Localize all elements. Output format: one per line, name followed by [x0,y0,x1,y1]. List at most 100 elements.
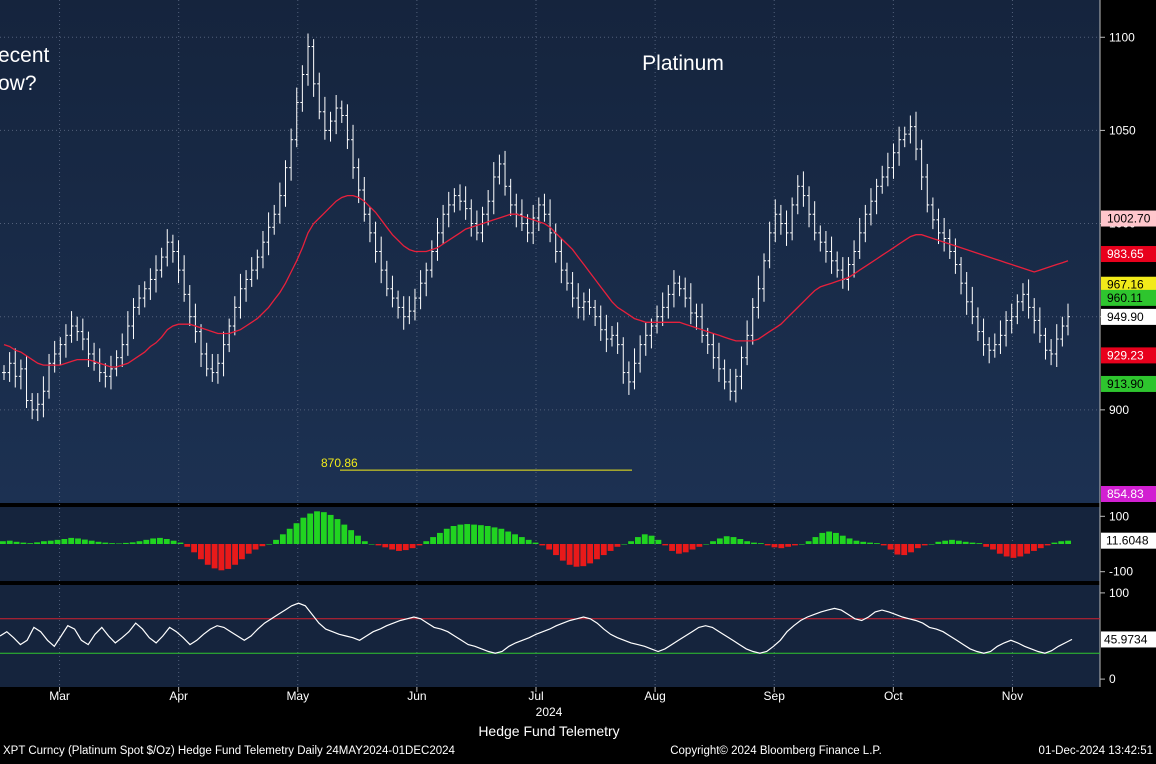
overlay-text-1: ecent [0,44,50,67]
macd-bar [928,544,935,545]
macd-bar [252,544,259,550]
macd-bar [443,528,450,544]
macd-bar [669,544,675,551]
macd-bar [34,542,40,544]
macd-bar [457,524,464,544]
macd-bar [689,544,696,550]
x-year-label: 2024 [536,705,563,719]
macd-bar [40,541,47,544]
macd-bar [525,539,532,544]
macd-bar [682,544,689,553]
macd-bar [238,544,245,560]
macd-bar [826,531,833,544]
macd-bar [744,541,751,544]
price-label-text: 967.16 [1107,278,1144,292]
macd-bar [730,537,737,544]
macd-bar [430,537,436,544]
macd-bar [368,544,375,545]
price-label-text: 949.90 [1107,310,1144,324]
month-label: Sep [764,689,786,703]
macd-bar [361,541,368,544]
macd-bar [198,544,204,560]
macd-bar [553,544,559,556]
macd-bar [293,523,300,544]
macd-bar [539,544,546,546]
macd-bar [751,542,757,544]
macd-bar [764,544,771,546]
macd-bar [232,544,238,565]
stoch-tick-label: 0 [1109,672,1116,686]
month-label: May [286,689,309,703]
macd-bar [477,525,484,544]
macd-bar [13,541,20,544]
macd-bar [969,542,976,544]
macd-bar [819,532,826,544]
macd-bar [0,541,6,544]
macd-bar [129,542,136,544]
macd-bar [662,544,669,546]
month-label: Jun [407,689,426,703]
macd-bar [348,530,355,544]
macd-bar [512,534,518,544]
macd-bar [860,541,867,544]
macd-bar [1044,544,1051,546]
macd-bar [286,528,293,544]
macd-bar [245,544,252,554]
macd-bar [47,540,54,544]
macd-bar [833,532,839,544]
macd-bar [1031,544,1037,551]
macd-bar [389,544,396,550]
macd-bar [996,544,1003,554]
macd-bar [846,538,853,544]
macd-bar [116,543,122,544]
macd-bar [908,544,914,553]
price-label-text: 960.11 [1107,291,1143,305]
macd-bar [546,544,553,550]
stoch-last-label: 45.9734 [1104,632,1148,646]
annotation-label: 870.86 [321,456,358,470]
macd-bar [587,544,594,564]
macd-bar [867,542,873,544]
platinum-chart: 870.86 900950100010501100MarAprMayJunJul… [0,0,1156,759]
macd-bar [334,519,341,544]
macd-tick-label: 100 [1109,509,1129,523]
macd-bar [170,540,177,544]
macd-bar [61,539,68,544]
macd-bar [416,544,423,546]
macd-bar [771,544,778,548]
macd-bar [54,539,61,544]
macd-bar [273,539,279,544]
macd-bar [505,531,512,544]
macd-bar [696,544,703,547]
macd-bar [341,524,348,544]
macd-bar [949,539,955,544]
macd-bar [157,537,163,544]
macd-bar [839,535,846,544]
macd-bar [778,544,785,549]
month-label: Aug [644,689,665,703]
macd-bar [491,527,498,544]
price-label-text: 913.90 [1107,377,1144,391]
macd-bar [621,544,628,545]
macd-bar [450,526,457,544]
macd-bar [464,524,471,544]
month-label: Oct [884,689,903,703]
macd-bar [266,544,273,545]
macd-bar [518,537,525,544]
macd-bar [143,539,150,544]
macd-bar [792,544,798,546]
macd-bar [68,537,75,544]
macd-bar [990,544,996,550]
month-label: Jul [528,689,543,703]
macd-bar [218,544,225,571]
price-label-text: 983.65 [1107,247,1144,261]
x-axis-title: Hedge Fund Telemetry [478,723,619,739]
chart-title: Platinum [642,52,724,75]
macd-bar [962,541,969,544]
macd-bar [566,544,573,565]
macd-bar [1003,544,1010,557]
macd-bar [812,537,819,544]
macd-bar [136,541,143,544]
macd-bar [27,543,34,544]
macd-bar [737,539,744,544]
